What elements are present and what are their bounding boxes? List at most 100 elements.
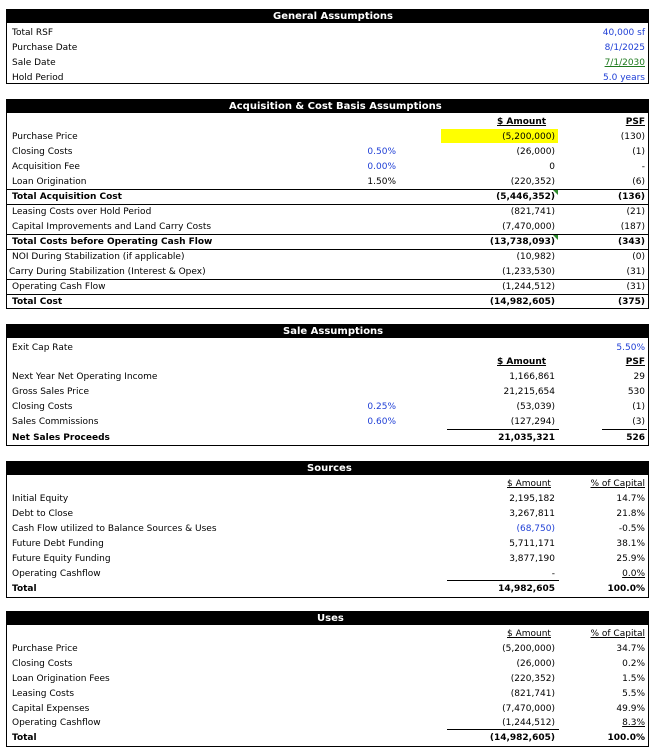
- cell-amount[interactable]: (1,244,512): [502, 281, 555, 293]
- cell-label[interactable]: Loan Origination Fees: [12, 673, 110, 685]
- cell-pct[interactable]: 49.9%: [616, 703, 645, 715]
- cell-pct[interactable]: 1.5%: [622, 673, 645, 685]
- cell-pct[interactable]: 0.00%: [367, 161, 396, 173]
- cell-psf[interactable]: (21): [627, 206, 645, 218]
- cell-psf[interactable]: (187): [621, 221, 645, 233]
- cell-label[interactable]: Exit Cap Rate: [12, 342, 73, 354]
- cell-amount[interactable]: (7,470,000): [502, 221, 555, 233]
- cell-label[interactable]: Leasing Costs over Hold Period: [12, 206, 151, 218]
- cell-amount[interactable]: (821,741): [511, 688, 555, 700]
- cell-label[interactable]: Acquisition Fee: [12, 161, 80, 173]
- cell-amount[interactable]: -: [552, 568, 555, 580]
- cell-amount[interactable]: (5,200,000): [502, 643, 555, 655]
- cell-pct[interactable]: 21.8%: [616, 508, 645, 520]
- cell-pct[interactable]: 1.50%: [367, 176, 396, 188]
- cell-pct[interactable]: 0.25%: [367, 401, 396, 413]
- cell-amount[interactable]: 2,195,182: [509, 493, 555, 505]
- cell-pct[interactable]: 5.5%: [622, 688, 645, 700]
- cell-psf[interactable]: (0): [632, 251, 645, 263]
- cell-pct[interactable]: 0.2%: [622, 658, 645, 670]
- cell-label[interactable]: Closing Costs: [12, 658, 72, 670]
- cell-psf[interactable]: (375): [618, 296, 645, 308]
- cell-label[interactable]: Closing Costs: [12, 146, 72, 158]
- cell-psf[interactable]: (31): [627, 266, 645, 278]
- cell-label[interactable]: Initial Equity: [12, 493, 68, 505]
- cell-amount[interactable]: 14,982,605: [498, 583, 555, 595]
- cell-value[interactable]: 5.0 years: [603, 72, 645, 84]
- cell-amount[interactable]: (1,233,530): [502, 266, 555, 278]
- cell-label[interactable]: Operating Cashflow: [12, 717, 101, 729]
- cell-label[interactable]: Future Equity Funding: [12, 553, 111, 565]
- cell-label[interactable]: Total Cost: [12, 296, 62, 308]
- cell-label[interactable]: Capital Improvements and Land Carry Cost…: [12, 221, 211, 233]
- cell-pct[interactable]: 0.50%: [367, 146, 396, 158]
- cell-amount[interactable]: 1,166,861: [509, 371, 555, 383]
- cell-psf[interactable]: (1): [632, 146, 645, 158]
- cell-value[interactable]: 7/1/2030: [605, 57, 645, 69]
- cell-label[interactable]: Purchase Price: [12, 131, 78, 143]
- cell-pct[interactable]: 100.0%: [608, 732, 646, 744]
- cell-label[interactable]: Total Costs before Operating Cash Flow: [12, 236, 212, 248]
- cell-psf[interactable]: (1): [632, 401, 645, 413]
- cell-pct[interactable]: 34.7%: [616, 643, 645, 655]
- cell-psf[interactable]: 29: [634, 371, 645, 383]
- cell-amount[interactable]: (7,470,000): [502, 703, 555, 715]
- cell-label[interactable]: Sale Date: [12, 57, 56, 69]
- cell-label[interactable]: Next Year Net Operating Income: [12, 371, 157, 383]
- cell-psf[interactable]: (6): [632, 176, 645, 188]
- cell-amount[interactable]: 3,877,190: [509, 553, 555, 565]
- cell-label[interactable]: Operating Cashflow: [12, 568, 101, 580]
- cell-label[interactable]: Capital Expenses: [12, 703, 89, 715]
- cell-psf[interactable]: (3): [632, 416, 645, 428]
- cell-label[interactable]: Cash Flow utilized to Balance Sources & …: [12, 523, 217, 535]
- cell-amount[interactable]: 0: [549, 161, 555, 173]
- cell-label[interactable]: Hold Period: [12, 72, 63, 84]
- cell-amount[interactable]: (5,446,352): [496, 191, 555, 203]
- cell-label[interactable]: Net Sales Proceeds: [12, 432, 110, 444]
- cell-label[interactable]: Sales Commissions: [12, 416, 98, 428]
- cell-amount[interactable]: (26,000): [516, 146, 555, 158]
- cell-pct[interactable]: 14.7%: [616, 493, 645, 505]
- cell-pct[interactable]: 0.0%: [622, 568, 645, 580]
- cell-pct[interactable]: -0.5%: [619, 523, 645, 535]
- cell-amount[interactable]: (68,750): [516, 523, 555, 535]
- cell-label[interactable]: Debt to Close: [12, 508, 73, 520]
- cell-psf[interactable]: (343): [618, 236, 645, 248]
- cell-label[interactable]: Future Debt Funding: [12, 538, 104, 550]
- cell-amount[interactable]: (14,982,605): [490, 732, 555, 744]
- cell-amount[interactable]: (5,200,000): [502, 131, 555, 143]
- cell-label[interactable]: NOI During Stabilization (if applicable): [12, 251, 184, 263]
- cell-psf[interactable]: -: [642, 161, 645, 173]
- cell-amount[interactable]: (26,000): [516, 658, 555, 670]
- cell-amount[interactable]: 3,267,811: [509, 508, 555, 520]
- cell-label[interactable]: Purchase Price: [12, 643, 78, 655]
- cell-amount[interactable]: 21,035,321: [498, 432, 555, 444]
- cell-label[interactable]: Total: [12, 583, 37, 595]
- cell-pct[interactable]: 0.60%: [367, 416, 396, 428]
- cell-label[interactable]: Total: [12, 732, 37, 744]
- cell-psf[interactable]: (136): [618, 191, 645, 203]
- cell-amount[interactable]: 5,711,171: [509, 538, 555, 550]
- cell-amount[interactable]: 21,215,654: [503, 386, 555, 398]
- cell-amount[interactable]: (10,982): [516, 251, 555, 263]
- cell-amount[interactable]: (13,738,093): [490, 236, 555, 248]
- cell-label[interactable]: Carry During Stabilization (Interest & O…: [9, 266, 206, 278]
- cell-amount[interactable]: (821,741): [511, 206, 555, 218]
- cell-label[interactable]: Total RSF: [12, 27, 53, 39]
- cell-psf[interactable]: (130): [621, 131, 645, 143]
- cell-amount[interactable]: (53,039): [516, 401, 555, 413]
- cell-label[interactable]: Loan Origination: [12, 176, 86, 188]
- cell-pct[interactable]: 8.3%: [622, 717, 645, 729]
- cell-amount[interactable]: (14,982,605): [490, 296, 555, 308]
- cell-value[interactable]: 8/1/2025: [605, 42, 645, 54]
- cell-label[interactable]: Leasing Costs: [12, 688, 74, 700]
- cell-psf[interactable]: 530: [628, 386, 645, 398]
- cell-amount[interactable]: (220,352): [511, 176, 555, 188]
- cell-label[interactable]: Gross Sales Price: [12, 386, 89, 398]
- cell-pct[interactable]: 38.1%: [616, 538, 645, 550]
- cell-amount[interactable]: (127,294): [511, 416, 555, 428]
- cell-label[interactable]: Closing Costs: [12, 401, 72, 413]
- cell-value[interactable]: 5.50%: [616, 342, 645, 354]
- cell-psf[interactable]: 526: [626, 432, 645, 444]
- cell-pct[interactable]: 25.9%: [616, 553, 645, 565]
